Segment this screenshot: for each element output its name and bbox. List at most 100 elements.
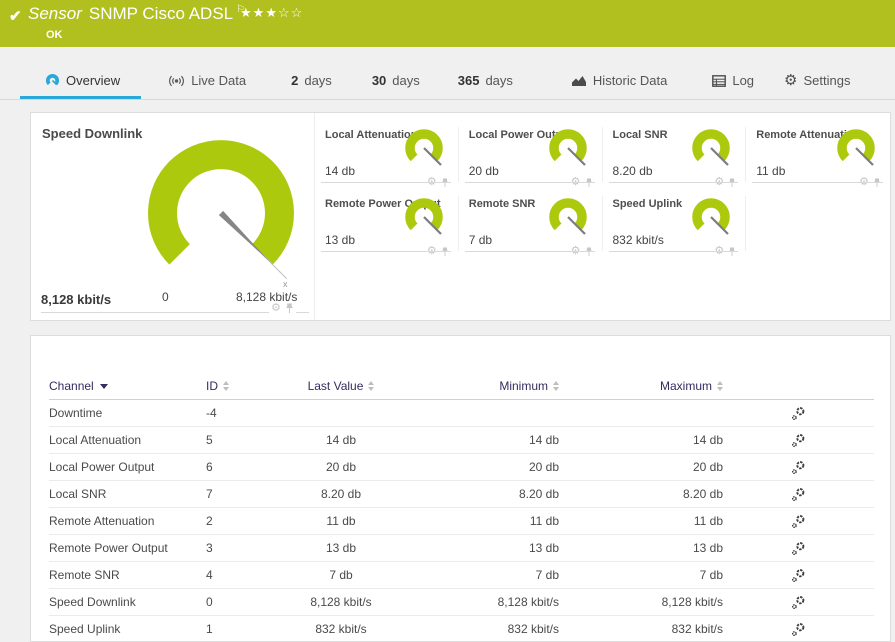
- small-gauge-cell: Local Power Output 20 db ⚙: [459, 127, 603, 188]
- maximum-cell: 832 kbit/s: [671, 622, 723, 636]
- column-header-minimum[interactable]: Minimum: [416, 379, 559, 393]
- last-value-cell: 8.20 db: [320, 487, 362, 501]
- small-gauge-value: 20 db: [468, 164, 499, 178]
- tab-log[interactable]: Log: [712, 62, 754, 99]
- column-header-maximum[interactable]: Maximum: [559, 379, 723, 393]
- tab-bar: Overview Live Data 2 days 30 days 365 da…: [0, 62, 895, 100]
- small-gauge-title: Remote SNR: [468, 198, 536, 210]
- channel-name-cell: Local SNR: [49, 487, 107, 501]
- small-gauge-actions: ⚙: [424, 246, 451, 257]
- pin-icon[interactable]: [873, 178, 881, 188]
- tab-label: days: [485, 73, 513, 88]
- maximum-cell: 8.20 db: [682, 487, 723, 501]
- column-header-id[interactable]: ID: [206, 379, 266, 393]
- edit-channel-gears-icon[interactable]: [791, 460, 806, 475]
- column-header-last-value[interactable]: Last Value: [266, 379, 416, 393]
- tab-label: Log: [732, 73, 755, 88]
- area-chart-icon: [571, 76, 586, 86]
- star-rating[interactable]: ★★★☆☆: [240, 5, 303, 21]
- sort-icon[interactable]: [717, 381, 723, 392]
- channel-settings-gear-icon[interactable]: ⚙: [427, 246, 437, 257]
- tab-overview[interactable]: Overview: [19, 62, 142, 99]
- small-gauge-cell: Speed Uplink 832 kbit/s ⚙: [603, 196, 747, 257]
- channels-panel: Channel ID Last Value Minimum Maximum Do…: [30, 335, 891, 642]
- tab-2-days[interactable]: 2 days: [291, 62, 332, 99]
- channel-settings-gear-icon[interactable]: ⚙: [859, 177, 869, 188]
- small-gauge-title: Speed Uplink: [612, 198, 683, 210]
- tab-30-days[interactable]: 30 days: [372, 62, 420, 99]
- small-gauge-value: 8.20 db: [612, 164, 653, 178]
- channel-id-cell: 7: [206, 487, 213, 501]
- sensor-status-bar: ✔ Sensor SNMP Cisco ADSL ⚐ ★★★☆☆ OK: [0, 0, 895, 47]
- pin-icon[interactable]: [585, 247, 593, 257]
- edit-channel-gears-icon[interactable]: [791, 406, 806, 421]
- channel-id-cell: 6: [206, 460, 213, 474]
- gauge-icon: [45, 74, 60, 86]
- column-header-channel[interactable]: Channel: [49, 379, 206, 393]
- edit-channel-gears-icon[interactable]: [791, 568, 806, 583]
- star-icon[interactable]: ★: [240, 5, 253, 20]
- channel-name-cell: Remote Attenuation: [49, 514, 155, 528]
- sort-icon[interactable]: [368, 381, 375, 392]
- broadcast-icon: [169, 75, 185, 86]
- last-value-cell: 13 db: [325, 541, 357, 555]
- edit-channel-gears-icon[interactable]: [791, 514, 806, 529]
- channel-settings-gear-icon[interactable]: ⚙: [571, 177, 581, 188]
- maximum-cell: 7 db: [699, 568, 723, 582]
- tab-label: days: [392, 73, 420, 88]
- tab-settings[interactable]: ⚙ Settings: [784, 62, 850, 99]
- star-icon[interactable]: ☆: [278, 5, 291, 20]
- table-row: Speed Downlink 0 8,128 kbit/s 8,128 kbit…: [49, 589, 874, 616]
- pin-icon[interactable]: [285, 303, 294, 314]
- edit-channel-gears-icon[interactable]: [791, 487, 806, 502]
- tab-live-data[interactable]: Live Data: [168, 62, 246, 99]
- small-gauge: [692, 198, 730, 235]
- edit-channel-gears-icon[interactable]: [791, 622, 806, 637]
- channel-table: Channel ID Last Value Minimum Maximum Do…: [49, 372, 874, 642]
- small-gauge-cell: Remote SNR 7 db ⚙: [459, 196, 603, 257]
- channel-settings-gear-icon[interactable]: ⚙: [427, 177, 437, 188]
- minimum-cell: 13 db: [528, 541, 559, 555]
- minimum-cell: 8.20 db: [518, 487, 559, 501]
- table-row: Remote Power Output 3 13 db 13 db 13 db: [49, 535, 874, 562]
- table-row: Local Attenuation 5 14 db 14 db 14 db: [49, 427, 874, 454]
- small-gauge-actions: ⚙: [857, 177, 883, 188]
- small-gauge-actions: ⚙: [568, 246, 595, 257]
- channel-settings-gear-icon[interactable]: ⚙: [571, 246, 581, 257]
- tab-label: Live Data: [191, 73, 247, 88]
- channel-name-cell: Local Attenuation: [49, 433, 142, 447]
- tab-label: days: [304, 73, 332, 88]
- small-gauge-value: 14 db: [325, 164, 356, 178]
- edit-channel-gears-icon[interactable]: [791, 433, 806, 448]
- table-row: Local Power Output 6 20 db 20 db 20 db: [49, 454, 874, 481]
- channel-table-body: Downtime -4 Local Attenuation 5 14 db 14…: [49, 400, 874, 642]
- tab-historic-data[interactable]: Historic Data: [571, 62, 667, 99]
- last-value-cell: 7 db: [329, 568, 353, 582]
- channel-id-cell: 4: [206, 568, 213, 582]
- sensor-name: SNMP Cisco ADSL: [88, 4, 234, 23]
- edit-channel-gears-icon[interactable]: [791, 595, 806, 610]
- sort-icon[interactable]: [223, 381, 229, 392]
- sort-desc-icon[interactable]: [99, 383, 108, 389]
- edit-channel-gears-icon[interactable]: [791, 541, 806, 556]
- pin-icon[interactable]: [441, 178, 449, 188]
- small-gauge-actions: ⚙: [712, 177, 739, 188]
- table-row: Local SNR 7 8.20 db 8.20 db 8.20 db: [49, 481, 874, 508]
- star-icon[interactable]: ☆: [291, 5, 304, 20]
- tab-number: 365: [457, 73, 480, 88]
- pin-icon[interactable]: [441, 247, 449, 257]
- pin-icon[interactable]: [728, 178, 736, 188]
- tab-number: 2: [291, 73, 299, 88]
- channel-settings-gear-icon[interactable]: ⚙: [714, 246, 724, 257]
- channel-table-header: Channel ID Last Value Minimum Maximum: [49, 372, 874, 400]
- star-icon[interactable]: ★: [265, 5, 278, 20]
- small-gauge-value: 11 db: [756, 164, 786, 178]
- pin-icon[interactable]: [728, 247, 736, 257]
- tab-365-days[interactable]: 365 days: [458, 62, 513, 99]
- pin-icon[interactable]: [585, 178, 593, 188]
- channel-settings-gear-icon[interactable]: ⚙: [714, 177, 724, 188]
- channel-settings-gear-icon[interactable]: ⚙: [271, 303, 281, 314]
- star-icon[interactable]: ★: [253, 5, 266, 20]
- small-gauge-value: 13 db: [325, 233, 356, 247]
- minimum-cell: 832 kbit/s: [507, 622, 559, 636]
